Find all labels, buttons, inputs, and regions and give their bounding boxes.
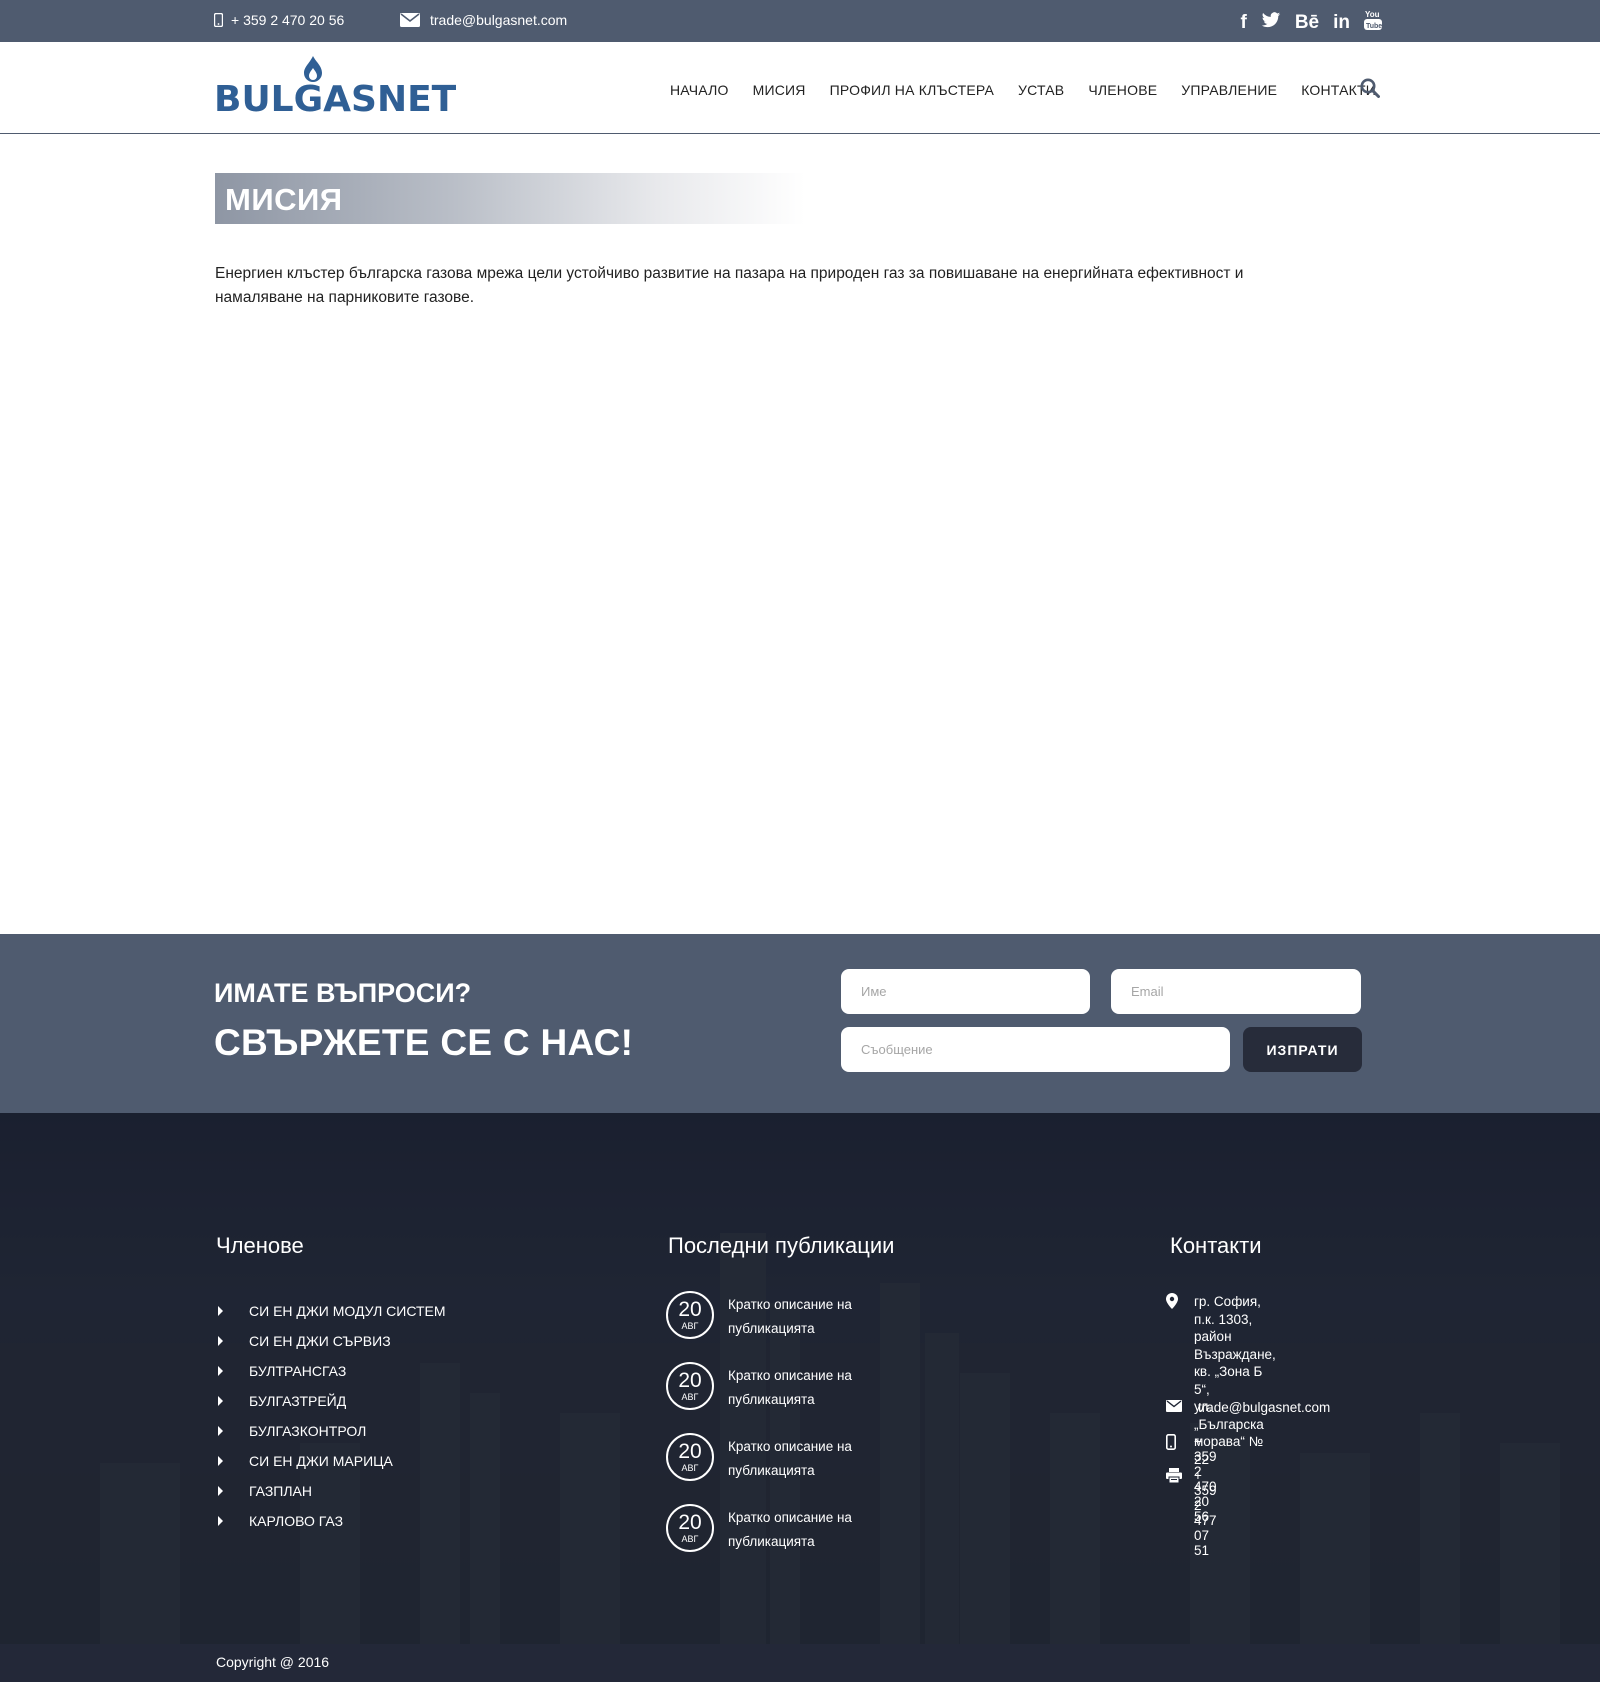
topbar-email-text: trade@bulgasnet.com [430, 12, 568, 28]
publication-excerpt: Кратко описание на публикацията [728, 1368, 852, 1407]
linkedin-icon[interactable]: in [1333, 12, 1350, 34]
publication-item[interactable]: 20 АВГ Кратко описание на публикацията [666, 1291, 926, 1362]
member-link[interactable]: БУЛГАЗКОНТРОЛ [216, 1416, 446, 1446]
caret-right-icon [218, 1486, 223, 1496]
member-link[interactable]: СИ ЕН ДЖИ СЪРВИЗ [216, 1326, 446, 1356]
map-pin-icon [1166, 1293, 1178, 1309]
publication-excerpt: Кратко описание на публикацията [728, 1297, 852, 1336]
date-badge: 20 АВГ [666, 1362, 714, 1410]
publication-excerpt: Кратко описание на публикацията [728, 1439, 852, 1478]
members-list: СИ ЕН ДЖИ МОДУЛ СИСТЕМ СИ ЕН ДЖИ СЪРВИЗ … [216, 1296, 446, 1536]
mission-text: Енергиен клъстер българска газова мрежа … [215, 265, 1244, 306]
contact-fax-row: + 359 2 477 07 51 [1166, 1468, 1217, 1558]
caret-right-icon [218, 1366, 223, 1376]
contact-question: ИМАТЕ ВЪПРОСИ? [214, 978, 472, 1008]
members-title: Членове [216, 1233, 304, 1258]
date-badge: 20 АВГ [666, 1291, 714, 1339]
caret-right-icon [218, 1516, 223, 1526]
caret-right-icon [218, 1396, 223, 1406]
contact-strip: ИМАТЕ ВЪПРОСИ? СВЪРЖЕТЕ СЕ С НАС! ИЗПРАТ… [0, 934, 1600, 1113]
search-icon[interactable] [1360, 78, 1380, 98]
site-footer: Членове СИ ЕН ДЖИ МОДУЛ СИСТЕМ СИ ЕН ДЖИ… [0, 1113, 1600, 1644]
member-link[interactable]: КАРЛОВО ГАЗ [216, 1506, 446, 1536]
publication-item[interactable]: 20 АВГ Кратко описание на публикацията [666, 1504, 926, 1575]
nav-cluster-profile[interactable]: ПРОФИЛ НА КЛЪСТЕРА [830, 82, 994, 98]
nav-management[interactable]: УПРАВЛЕНИЕ [1181, 82, 1277, 98]
nav-home[interactable]: НАЧАЛО [670, 82, 729, 98]
envelope-icon [400, 13, 420, 27]
message-input[interactable] [841, 1027, 1230, 1072]
caret-right-icon [218, 1426, 223, 1436]
bulgasnet-logo[interactable]: BULGASNET [214, 56, 456, 122]
address-line: кв. „Зона Б 5“, [1194, 1364, 1263, 1397]
topbar-phone-text: + 359 2 470 20 56 [231, 12, 345, 28]
svg-text:You: You [1365, 10, 1380, 19]
caret-right-icon [218, 1456, 223, 1466]
publication-item[interactable]: 20 АВГ Кратко описание на публикацията [666, 1433, 926, 1504]
printer-icon [1166, 1468, 1182, 1484]
address-line: район Възраждане, [1194, 1329, 1276, 1362]
name-input[interactable] [841, 969, 1090, 1014]
member-link[interactable]: БУЛТРАНСГАЗ [216, 1356, 446, 1386]
top-bar: + 359 2 470 20 56 trade@bulgasnet.com f … [0, 0, 1600, 42]
caret-right-icon [218, 1336, 223, 1346]
copyright-bar: Copyright @ 2016 [0, 1644, 1600, 1682]
contact-email-text: trade@bulgasnet.com [1198, 1400, 1331, 1415]
contact-heading: СВЪРЖЕТЕ СЕ С НАС! [214, 1022, 634, 1063]
member-link[interactable]: СИ ЕН ДЖИ МАРИЦА [216, 1446, 446, 1476]
nav-members[interactable]: ЧЛЕНОВЕ [1088, 82, 1157, 98]
page-title: МИСИЯ [225, 182, 343, 217]
svg-text:Tube: Tube [1366, 23, 1382, 30]
member-link[interactable]: ГАЗПЛАН [216, 1476, 446, 1506]
topbar-phone[interactable]: + 359 2 470 20 56 [214, 12, 344, 28]
social-links: f Bē in You Tube [1240, 9, 1382, 37]
envelope-icon [1166, 1400, 1182, 1412]
date-badge: 20 АВГ [666, 1504, 714, 1552]
twitter-icon[interactable] [1261, 11, 1281, 35]
mobile-phone-icon [214, 13, 223, 27]
page-title-banner: МИСИЯ [215, 173, 805, 224]
mobile-phone-icon [1166, 1434, 1176, 1450]
site-header: BULGASNET НАЧАЛО МИСИЯ ПРОФИЛ НА КЛЪСТЕР… [0, 42, 1600, 134]
facebook-icon[interactable]: f [1240, 12, 1246, 34]
send-button[interactable]: ИЗПРАТИ [1243, 1027, 1362, 1072]
member-link[interactable]: СИ ЕН ДЖИ МОДУЛ СИСТЕМ [216, 1296, 446, 1326]
copyright-text: Copyright @ 2016 [216, 1654, 330, 1670]
date-badge: 20 АВГ [666, 1433, 714, 1481]
contact-fax-text: + 359 2 477 07 51 [1194, 1468, 1217, 1558]
youtube-icon[interactable]: You Tube [1364, 9, 1382, 37]
contact-email-row[interactable]: trade@bulgasnet.com [1166, 1400, 1330, 1415]
contacts-title: Контакти [1170, 1233, 1262, 1258]
logo-wordmark: BULGASNET [214, 79, 457, 120]
address-line: гр. София, п.к. 1303, [1194, 1294, 1261, 1327]
publication-item[interactable]: 20 АВГ Кратко описание на публикацията [666, 1362, 926, 1433]
topbar-email[interactable]: trade@bulgasnet.com [400, 12, 567, 28]
email-input[interactable] [1111, 969, 1361, 1014]
nav-mission[interactable]: МИСИЯ [753, 82, 806, 98]
publications-title: Последни публикации [668, 1233, 895, 1258]
nav-statute[interactable]: УСТАВ [1018, 82, 1064, 98]
publications-list: 20 АВГ Кратко описание на публикацията 20… [666, 1291, 926, 1575]
caret-right-icon [218, 1306, 223, 1316]
main-nav: НАЧАЛО МИСИЯ ПРОФИЛ НА КЛЪСТЕРА УСТАВ ЧЛ… [670, 82, 1400, 98]
member-link[interactable]: БУЛГАЗТРЕЙД [216, 1386, 446, 1416]
publication-excerpt: Кратко описание на публикацията [728, 1510, 852, 1549]
behance-icon[interactable]: Bē [1295, 12, 1319, 34]
